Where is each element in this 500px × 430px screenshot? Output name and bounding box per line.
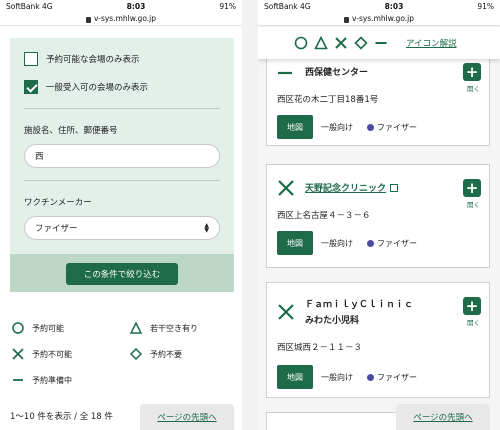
carrier-info: SoftBank 4G [6,1,53,11]
legend-preparing: 予約準備中 [12,374,72,386]
target-audience: 一般向け [321,373,353,382]
only-general-checkbox[interactable]: 一般受入可の会場のみ表示 [24,80,148,94]
legend-no-reservation: 予約不要 [130,348,182,360]
legend-label: 予約可能 [32,323,64,333]
lock-icon [344,16,349,23]
circle-icon [12,322,24,334]
status-bar: SoftBank 4G 8:03 91% [258,0,500,12]
dash-icon [278,71,292,75]
open-button[interactable]: + [463,63,481,81]
cross-icon [335,37,347,49]
url-text: v-sys.mhlw.go.jp [94,14,156,23]
icon-legend-header: アイコン解説 [258,27,500,59]
result-count: 1～10 件を表示 / 全 18 件 [10,412,113,422]
map-button[interactable]: 地図 [277,231,313,255]
facility-address: 西区上名古屋４－３－６ [277,211,371,221]
target-audience: 一般向け [321,123,353,132]
updown-arrow-icon: ▲ ▼ [204,222,209,234]
page-top-button[interactable]: ページの先頭へ [140,404,234,430]
facility-name: ＦａｍｉｌｙＣｌｉｎｉｃ [305,300,414,310]
target-audience: 一般向け [321,239,353,248]
triangle-icon [130,322,142,334]
search-input[interactable]: 西 [24,144,220,168]
clock: 8:03 [126,1,146,11]
open-label: 開く [467,201,480,209]
pfizer-dot-icon [367,374,374,381]
facility-address: 西区城西２－１１－３ [277,343,363,353]
diamond-icon [130,348,142,360]
pfizer-dot-icon [367,124,374,131]
only-available-checkbox[interactable]: 予約可能な会場のみ表示 [24,52,140,66]
maker-label: ファイザー [377,123,417,132]
cross-icon [278,304,294,320]
vaccine-maker: ファイザー [367,238,417,249]
cross-icon [278,180,294,196]
lock-icon [86,16,91,23]
divider [24,108,220,109]
divider [24,180,220,181]
dash-icon [375,42,387,44]
circle-icon [294,36,308,50]
address-bar[interactable]: v-sys.mhlw.go.jp [0,12,242,26]
vaccine-maker: ファイザー [367,372,417,383]
open-label: 開く [467,85,480,93]
status-bar: SoftBank 4G 8:03 91% [0,0,242,12]
filter-panel: 予約可能な会場のみ表示 一般受入可の会場のみ表示 施設名、住所、郵便番号 西 ワ… [10,38,234,292]
external-link-icon [390,184,399,192]
facility-address: 西区花の木二丁目18番1号 [277,95,379,105]
carrier-info: SoftBank 4G [264,1,311,11]
checkbox-box-checked[interactable] [24,80,38,94]
facility-name[interactable]: 天野記念クリニック [305,184,386,194]
legend-label: 予約準備中 [32,375,72,385]
cross-icon [12,348,24,360]
diamond-icon [354,36,368,50]
facility-card: ＦａｍｉｌｙＣｌｉｎｉｃ みわた小児科 + 開く 西区城西２－１１－３ 地図 一… [266,282,490,398]
legend-unavailable: 予約不可能 [12,348,72,360]
maker-label: ワクチンメーカー [24,198,92,208]
url-text: v-sys.mhlw.go.jp [352,14,414,23]
maker-label: ファイザー [377,239,417,248]
vaccine-maker: ファイザー [367,122,417,133]
facility-card: 天野記念クリニック + 開く 西区上名古屋４－３－６ 地図 一般向け ファイザー [266,164,490,268]
facility-name-link[interactable]: 天野記念クリニック [305,181,399,194]
maker-select[interactable]: ファイザー ▲ ▼ [24,216,220,240]
battery-indicator: 91% [219,1,236,11]
checkbox-box[interactable] [24,52,38,66]
checkbox-label: 予約可能な会場のみ表示 [46,55,140,65]
battery-indicator: 91% [477,1,494,11]
icon-legend-link[interactable]: アイコン解説 [406,37,457,49]
filter-footer: この条件で絞り込む [10,254,234,292]
page-top-button[interactable]: ページの先頭へ [396,404,490,430]
right-screen: SoftBank 4G 8:03 91% v-sys.mhlw.go.jp アイ… [258,0,500,430]
search-input-value: 西 [35,152,44,162]
legend-label: 予約不可能 [32,349,72,359]
apply-filter-button[interactable]: この条件で絞り込む [66,263,178,285]
open-button[interactable]: + [463,179,481,197]
pfizer-dot-icon [367,240,374,247]
clock: 8:03 [384,1,404,11]
maker-label: ファイザー [377,373,417,382]
facility-name-sub: みわた小児科 [305,316,360,326]
map-button[interactable]: 地図 [277,115,313,139]
legend-few-left: 若干空き有り [130,322,198,334]
left-screen: SoftBank 4G 8:03 91% v-sys.mhlw.go.jp 予約… [0,0,242,430]
map-button[interactable]: 地図 [277,365,313,389]
dash-icon [13,379,23,381]
search-label: 施設名、住所、郵便番号 [24,126,118,136]
legend-available: 予約可能 [12,322,64,334]
address-bar[interactable]: v-sys.mhlw.go.jp [258,12,500,26]
facility-name: 西保健センター [305,68,369,78]
legend-label: 若干空き有り [150,323,198,333]
open-button[interactable]: + [463,297,481,315]
triangle-icon [314,36,328,50]
open-label: 開く [467,319,480,327]
maker-select-value: ファイザー [35,224,78,234]
facility-card: 西保健センター + 開く 西区花の木二丁目18番1号 地図 一般向け ファイザー [266,50,490,146]
legend-label: 予約不要 [150,349,182,359]
checkbox-label: 一般受入可の会場のみ表示 [46,83,149,93]
